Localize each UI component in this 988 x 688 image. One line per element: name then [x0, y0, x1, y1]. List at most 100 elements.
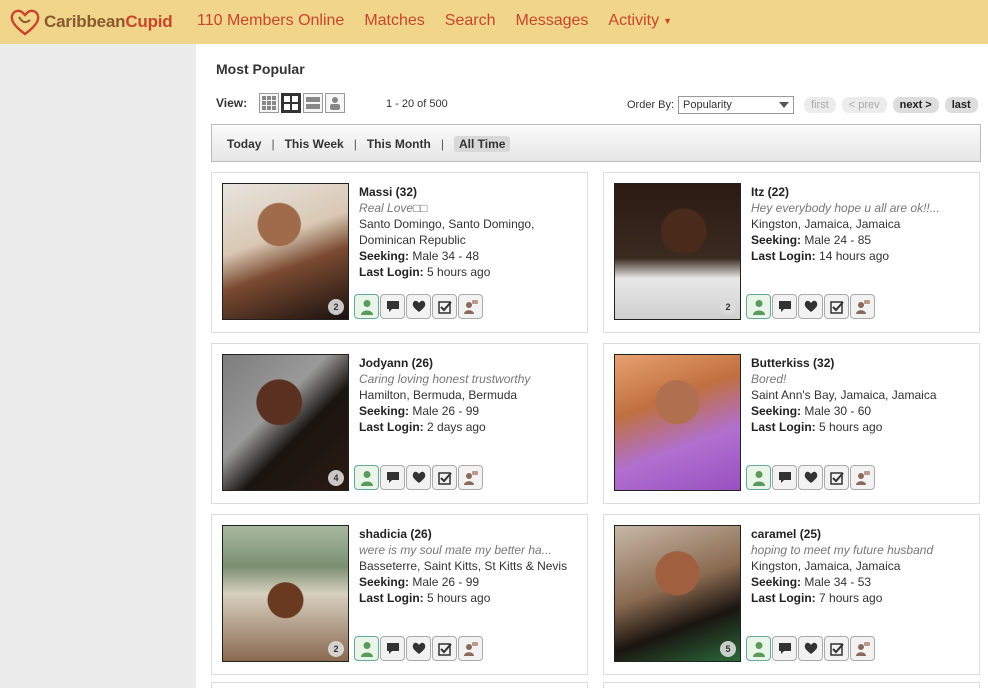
- view-profile-icon[interactable]: [746, 465, 771, 490]
- order-by-select[interactable]: Popularity: [678, 96, 794, 114]
- message-icon[interactable]: [772, 636, 797, 661]
- seeking-value: Male 30 - 60: [804, 404, 872, 418]
- profile-tagline: Hey everybody hope u all are ok!!...: [751, 201, 940, 215]
- profile-photo[interactable]: 5: [614, 525, 741, 662]
- chat-user-icon[interactable]: [850, 465, 875, 490]
- last-login-value: 14 hours ago: [819, 249, 890, 263]
- chat-user-icon[interactable]: [458, 294, 483, 319]
- profile-card: 2 shadicia (26) were is my soul mate my …: [211, 514, 588, 675]
- profile-name[interactable]: Butterkiss (32): [751, 355, 973, 371]
- seeking-value: Male 34 - 48: [412, 249, 480, 263]
- heart-icon[interactable]: [798, 465, 823, 490]
- view-profile-icon[interactable]: [354, 636, 379, 661]
- message-icon[interactable]: [380, 465, 405, 490]
- view-profile-icon[interactable]: [746, 636, 771, 661]
- filter-separator: |: [271, 137, 275, 151]
- filter-this-month[interactable]: This Month: [367, 137, 431, 151]
- profile-actions: [354, 465, 484, 490]
- profile-card: 2 Itz (22) Hey everybody hope u all are …: [603, 172, 980, 333]
- nav-messages[interactable]: Messages: [516, 12, 589, 30]
- photo-image: [615, 184, 740, 319]
- chat-user-icon[interactable]: [458, 636, 483, 661]
- message-icon[interactable]: [380, 636, 405, 661]
- profile-card: 2 Massi (32) Real Love□□ Santo Domingo, …: [211, 172, 588, 333]
- profile-tagline: were is my soul mate my better ha...: [359, 543, 552, 557]
- favorite-checkbox-icon[interactable]: [824, 465, 849, 490]
- profile-location: Kingston, Jamaica, Jamaica: [751, 559, 901, 573]
- chat-user-icon[interactable]: [458, 465, 483, 490]
- page-title: Most Popular: [216, 61, 305, 77]
- chat-user-icon[interactable]: [850, 294, 875, 319]
- message-icon[interactable]: [772, 294, 797, 319]
- seeking-value: Male 26 - 99: [412, 575, 480, 589]
- profile-info: shadicia (26) were is my soul mate my be…: [359, 526, 581, 606]
- photo-image: [615, 526, 740, 661]
- message-icon[interactable]: [380, 294, 405, 319]
- nav-search[interactable]: Search: [445, 12, 496, 30]
- profile-view-icon[interactable]: [325, 93, 345, 113]
- photo-count-badge: 2: [328, 641, 344, 657]
- profile-last-login: Last Login: 5 hours ago: [751, 419, 973, 435]
- pager-next[interactable]: next >: [892, 97, 939, 113]
- profile-actions: [746, 294, 876, 319]
- profile-tagline: hoping to meet my future husband: [751, 543, 934, 557]
- site-logo[interactable]: CaribbeanCupid: [10, 8, 173, 36]
- next-card-peek: [211, 682, 588, 688]
- photo-image: [223, 355, 348, 490]
- nav-matches[interactable]: Matches: [364, 12, 424, 30]
- profile-info: Massi (32) Real Love□□ Santo Domingo, Sa…: [359, 184, 581, 280]
- view-profile-icon[interactable]: [354, 465, 379, 490]
- filter-today[interactable]: Today: [227, 137, 261, 151]
- list-view-icon[interactable]: [303, 93, 323, 113]
- photo-count-badge: 5: [720, 641, 736, 657]
- profile-photo[interactable]: 2: [222, 183, 349, 320]
- message-icon[interactable]: [772, 465, 797, 490]
- heart-icon[interactable]: [406, 465, 431, 490]
- profile-name[interactable]: caramel (25): [751, 526, 973, 542]
- view-switcher: [259, 93, 347, 113]
- nav-activity[interactable]: Activity ▼: [608, 12, 672, 30]
- favorite-checkbox-icon[interactable]: [824, 636, 849, 661]
- pager-prev[interactable]: < prev: [841, 97, 887, 113]
- last-login-label: Last Login:: [751, 591, 816, 605]
- pager-last[interactable]: last: [944, 97, 978, 113]
- small-grid-view-icon[interactable]: [259, 93, 279, 113]
- profile-name[interactable]: Massi (32): [359, 184, 581, 200]
- last-login-label: Last Login:: [359, 591, 424, 605]
- photo-image: [615, 355, 740, 490]
- profile-name[interactable]: Itz (22): [751, 184, 973, 200]
- large-grid-view-icon[interactable]: [281, 93, 301, 113]
- chat-user-icon[interactable]: [850, 636, 875, 661]
- seeking-label: Seeking:: [359, 249, 410, 263]
- profile-location: Santo Domingo, Santo Domingo, Dominican …: [359, 217, 535, 247]
- filter-all-time[interactable]: All Time: [453, 136, 511, 152]
- seeking-value: Male 24 - 85: [804, 233, 872, 247]
- photo-image: [223, 526, 348, 661]
- view-toolbar: View: 1 - 20 of 500 Order By: Popularity…: [216, 93, 980, 115]
- favorite-checkbox-icon[interactable]: [432, 636, 457, 661]
- profile-name[interactable]: Jodyann (26): [359, 355, 581, 371]
- profile-name[interactable]: shadicia (26): [359, 526, 581, 542]
- heart-icon[interactable]: [406, 636, 431, 661]
- profile-photo[interactable]: [614, 354, 741, 491]
- heart-logo-icon: [10, 8, 40, 36]
- favorite-checkbox-icon[interactable]: [432, 294, 457, 319]
- profile-actions: [746, 636, 876, 661]
- view-profile-icon[interactable]: [746, 294, 771, 319]
- heart-icon[interactable]: [798, 294, 823, 319]
- nav-members-online[interactable]: 110 Members Online: [197, 12, 344, 30]
- favorite-checkbox-icon[interactable]: [824, 294, 849, 319]
- view-profile-icon[interactable]: [354, 294, 379, 319]
- profile-photo[interactable]: 2: [614, 183, 741, 320]
- last-login-value: 2 days ago: [427, 420, 486, 434]
- favorite-checkbox-icon[interactable]: [432, 465, 457, 490]
- profile-photo[interactable]: 2: [222, 525, 349, 662]
- last-login-value: 7 hours ago: [819, 591, 883, 605]
- profile-photo[interactable]: 4: [222, 354, 349, 491]
- pager-first[interactable]: first: [804, 97, 836, 113]
- filter-this-week[interactable]: This Week: [285, 137, 344, 151]
- profile-last-login: Last Login: 7 hours ago: [751, 590, 973, 606]
- heart-icon[interactable]: [798, 636, 823, 661]
- brand-name: CaribbeanCupid: [44, 12, 173, 31]
- heart-icon[interactable]: [406, 294, 431, 319]
